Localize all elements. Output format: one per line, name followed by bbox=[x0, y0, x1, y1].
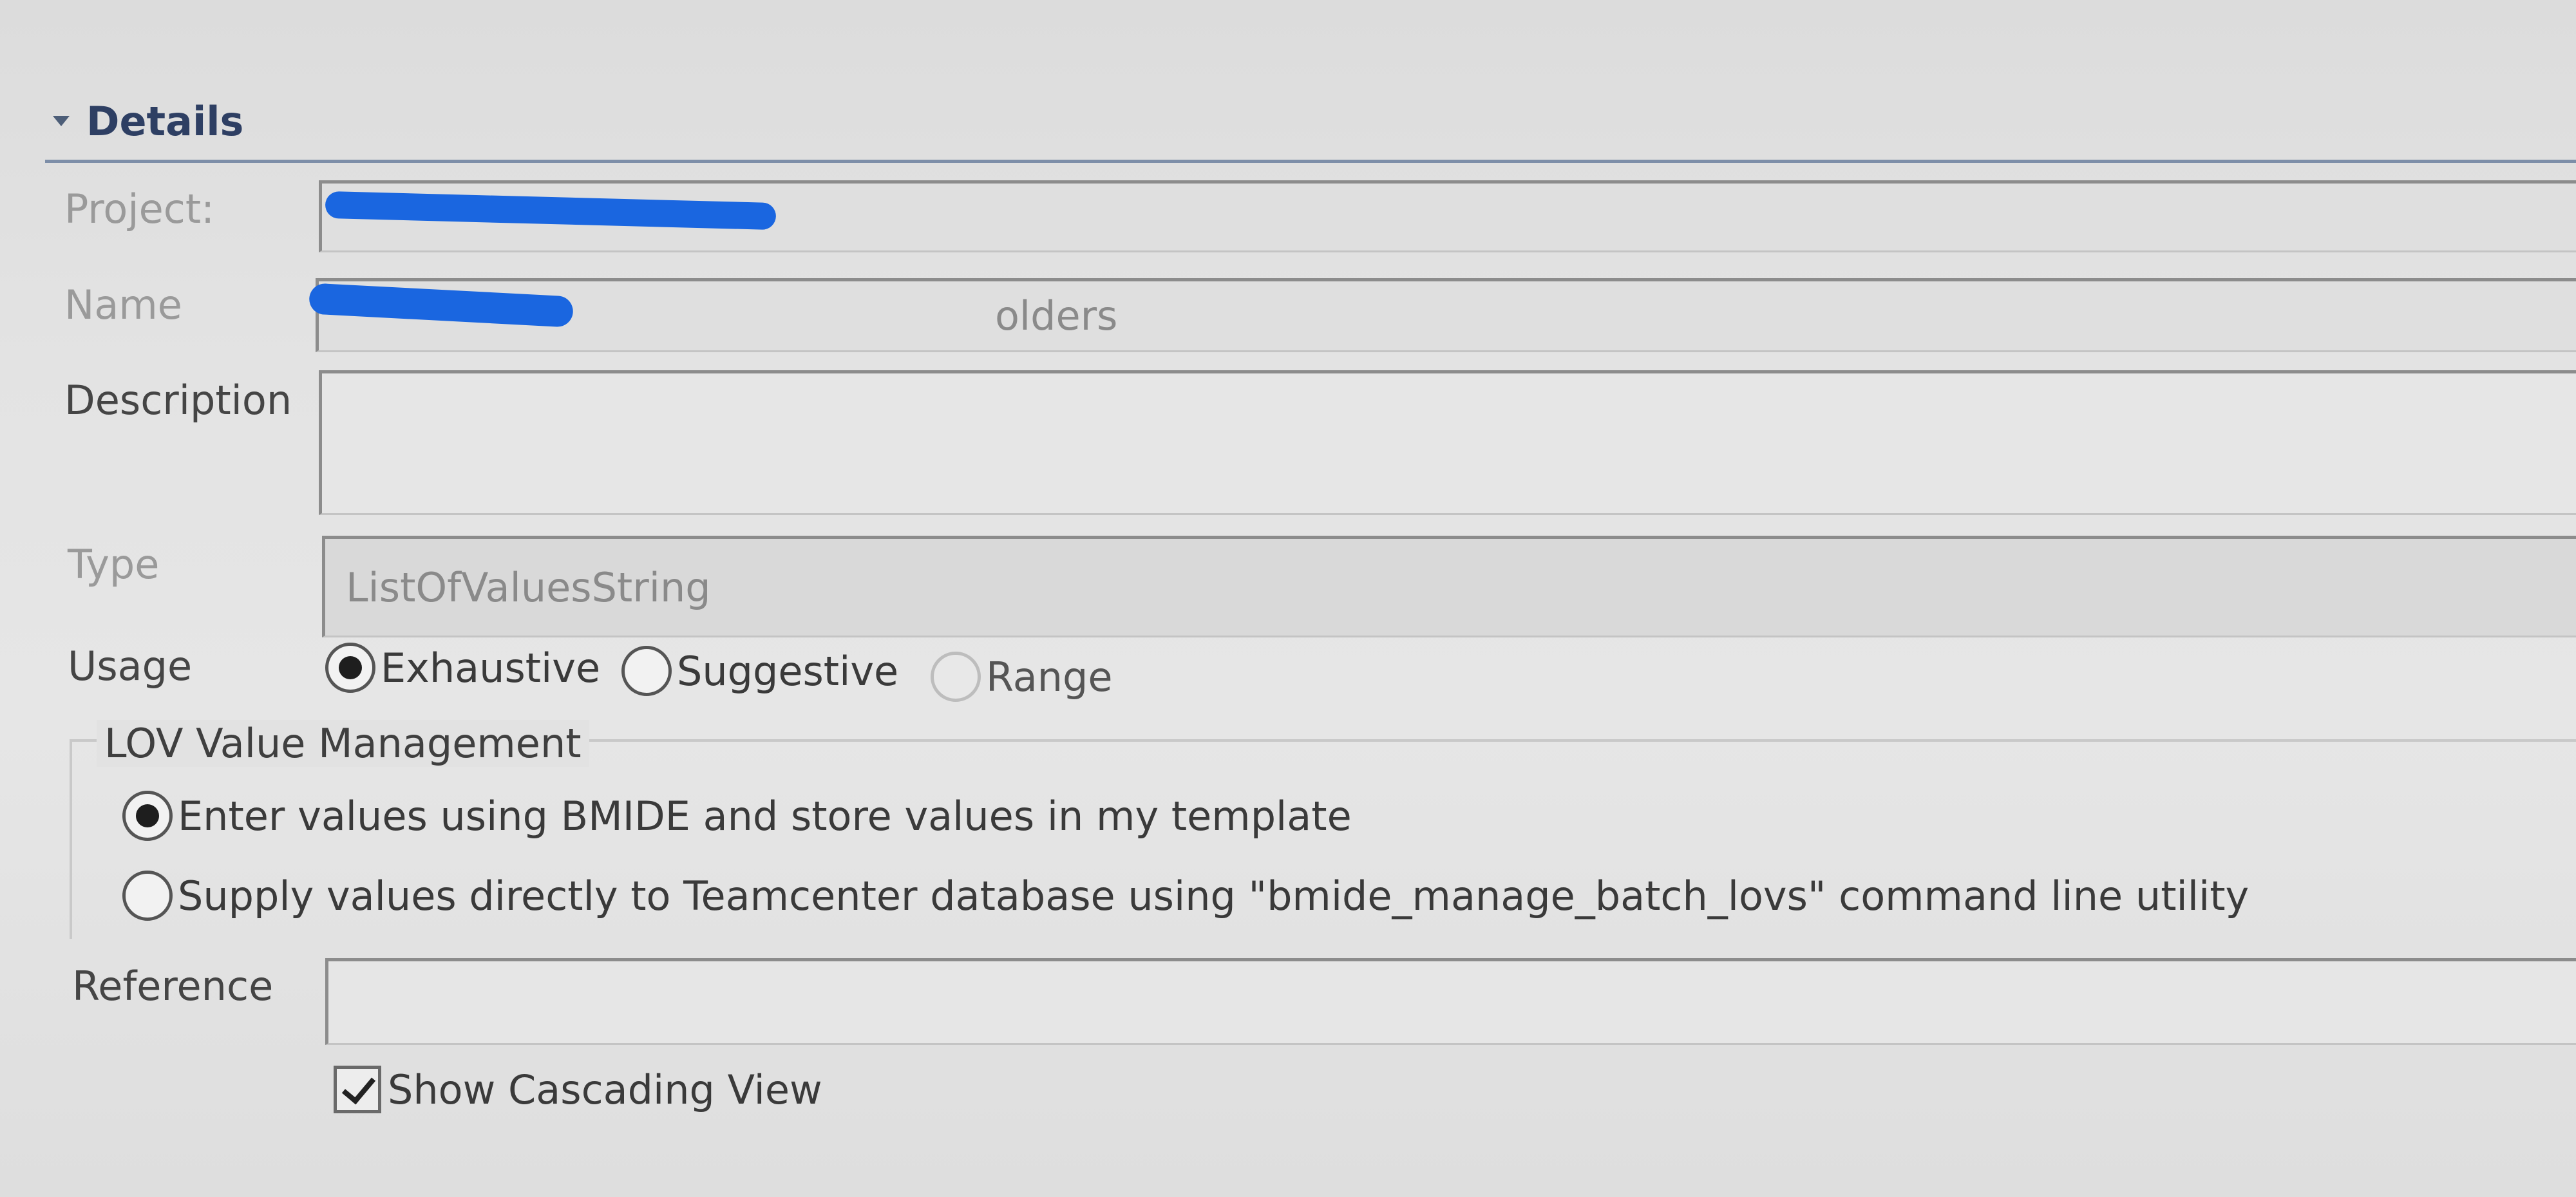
type-label: Type bbox=[68, 541, 160, 588]
radio-button[interactable] bbox=[931, 652, 981, 702]
lov-option-label: Supply values directly to Teamcenter dat… bbox=[178, 872, 2249, 919]
details-section-header[interactable]: Details bbox=[45, 82, 2576, 163]
lov-option-bmide-template[interactable]: Enter values using BMIDE and store value… bbox=[122, 791, 1352, 841]
usage-option-range[interactable]: Range bbox=[931, 652, 1113, 702]
reference-label: Reference bbox=[72, 963, 274, 1010]
usage-option-label: Suggestive bbox=[677, 647, 899, 695]
name-label: Name bbox=[64, 281, 182, 328]
radio-button[interactable] bbox=[621, 646, 672, 696]
reference-field[interactable] bbox=[325, 958, 2576, 1045]
project-label: Project: bbox=[64, 185, 215, 232]
radio-button[interactable] bbox=[122, 871, 173, 921]
lov-option-command-line[interactable]: Supply values directly to Teamcenter dat… bbox=[122, 871, 2249, 921]
radio-button-selected[interactable] bbox=[122, 791, 173, 841]
name-value: olders bbox=[995, 292, 1118, 339]
checkbox-checked-icon[interactable] bbox=[334, 1066, 381, 1113]
description-label: Description bbox=[64, 377, 292, 424]
details-panel: Details Project: Name olders Description… bbox=[0, 0, 2576, 1197]
show-cascading-view-checkbox[interactable]: Show Cascading View bbox=[334, 1066, 822, 1113]
type-field: ListOfValuesString bbox=[322, 536, 2576, 637]
name-field: olders bbox=[316, 278, 2576, 352]
lov-group-title: LOV Value Management bbox=[97, 720, 589, 767]
cascading-label: Show Cascading View bbox=[388, 1066, 822, 1113]
usage-option-exhaustive[interactable]: Exhaustive bbox=[325, 643, 600, 693]
usage-option-label: Exhaustive bbox=[381, 644, 601, 692]
description-field[interactable] bbox=[319, 370, 2576, 515]
usage-option-label: Range bbox=[986, 653, 1113, 701]
radio-button-selected[interactable] bbox=[325, 643, 375, 693]
section-title: Details bbox=[86, 97, 244, 145]
type-value: ListOfValuesString bbox=[346, 563, 711, 611]
usage-label: Usage bbox=[68, 643, 193, 690]
lov-option-label: Enter values using BMIDE and store value… bbox=[178, 792, 1352, 840]
usage-option-suggestive[interactable]: Suggestive bbox=[621, 646, 898, 696]
triangle-down-icon[interactable] bbox=[53, 116, 70, 126]
